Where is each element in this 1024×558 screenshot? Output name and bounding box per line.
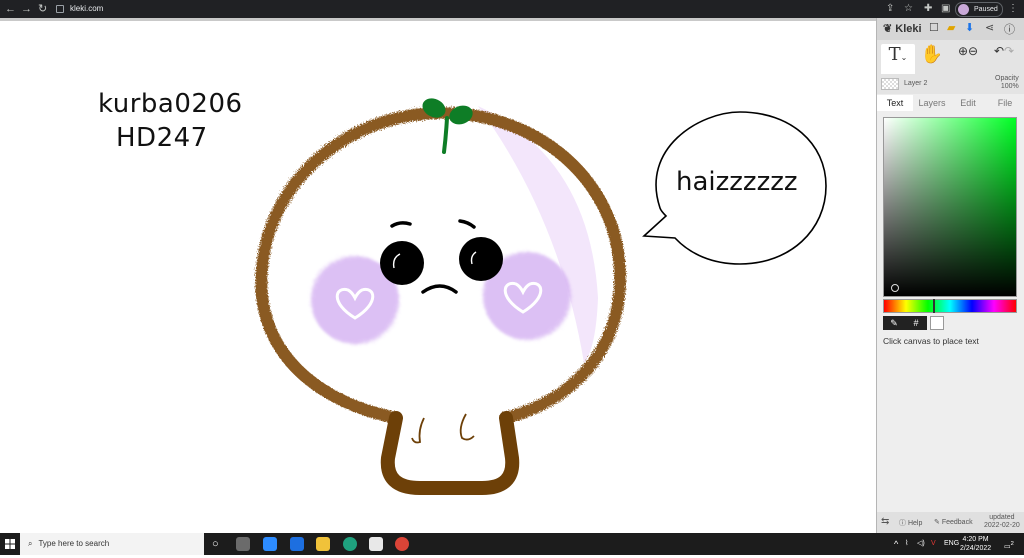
taskbar-search-input[interactable]: ⌕ Type here to search [20,533,204,555]
tab-layers[interactable]: Layers [913,95,951,111]
zoom-app-icon[interactable] [263,537,277,551]
menu-kebab-icon[interactable]: ⋮ [1008,2,1018,16]
search-icon: ⌕ [28,539,33,548]
tab-edit[interactable]: Edit [951,95,985,111]
search-placeholder: Type here to search [38,539,110,548]
hex-input-button[interactable]: # [905,316,927,330]
app-icon-6[interactable] [369,537,383,551]
windows-taskbar: ⌕ Type here to search ○ ^ ⌇ ◁) V ENG 4:20… [0,533,1024,555]
chrome-browser-icon[interactable] [395,537,409,551]
zalo-app-icon[interactable] [290,537,304,551]
profile-button[interactable]: Paused [955,2,1003,17]
opacity-value: 100% [1000,83,1019,90]
kleki-logo[interactable]: ❦ Kleki [883,22,922,35]
clock-date: 2/24/2022 [960,545,992,552]
help-circle-icon[interactable]: ⓘ [1004,21,1015,37]
feedback-button[interactable]: ✎ Feedback [934,518,973,526]
forward-icon[interactable]: → [21,3,32,15]
panel-tabs: Text Layers Edit File [877,95,1024,111]
swap-sides-icon[interactable]: ⇆ [881,516,889,527]
eye-left [380,241,424,285]
eyedropper-button[interactable]: ✎ [883,316,905,330]
new-image-icon[interactable]: ☐ [929,21,939,34]
text-tool-hint: Click canvas to place text [883,336,979,346]
tab-file[interactable]: File [985,95,1024,111]
address-bar[interactable]: kleki.com [56,2,876,16]
layer-row[interactable]: Layer 2 Opacity 100% [877,74,1024,94]
back-icon[interactable]: ← [5,3,16,15]
text-tool-icon: T [888,44,901,65]
tray-chevron-up-icon[interactable]: ^ [894,533,898,555]
feedback-icon: ✎ [934,519,940,526]
download-icon[interactable]: ⬇ [965,21,974,34]
task-view-icon[interactable]: ○ [212,533,219,555]
hue-slider[interactable] [883,299,1017,313]
help-icon: ⓘ [899,520,906,527]
eyedropper-icon: ✎ [890,318,898,328]
taskbar-clock[interactable]: 4:20 PM 2/24/2022 [960,535,991,553]
opacity-label: Opacity 100% [995,75,1019,91]
network-icon[interactable]: ⌇ [905,533,908,555]
app-icon-1[interactable] [236,537,250,551]
feedback-label: Feedback [941,519,973,526]
reload-icon[interactable]: ↻ [38,3,47,15]
updated-info[interactable]: updated 2022-02-20 [984,514,1020,530]
color-picker-handle[interactable] [891,284,899,292]
hand-icon: ✋ [920,44,944,64]
tab-text[interactable]: Text [877,95,913,111]
avatar [958,4,969,15]
clock-time: 4:20 PM [962,536,989,543]
help-label: Help [907,520,923,527]
zoom-out-icon[interactable]: ⊖ [968,44,978,58]
extensions-icon[interactable]: ✚ [924,2,932,16]
side-panel-icon[interactable]: ▣ [941,2,950,16]
notification-center-button[interactable]: ▭2 [1004,533,1014,558]
undo-icon[interactable]: ↶ [994,44,1004,58]
share-icon[interactable]: ⇪ [886,2,894,16]
kleki-side-panel: ❦ Kleki ☐ ▰ ⬇ ⋖ ⓘ T⌄ ✋ ⊕⊖ ↶↷ Layer 2 Opa… [876,18,1024,533]
url-text: kleki.com [70,4,104,13]
eye-right [459,237,503,281]
unikey-icon[interactable]: V [931,533,936,555]
file-explorer-icon[interactable] [316,537,330,551]
panel-bottombar: ⇆ ⓘ Help ✎ Feedback updated 2022-02-20 [877,512,1024,533]
edge-browser-icon[interactable] [343,537,357,551]
body-stem [380,411,520,495]
layer-thumbnail [881,78,899,90]
opacity-label-text: Opacity [995,75,1019,82]
import-folder-icon[interactable]: ▰ [947,21,955,34]
lock-icon [56,4,64,13]
speech-bubble-text: haizzzzzz [676,167,798,197]
volume-icon[interactable]: ◁) [917,533,925,555]
share-panel-icon[interactable]: ⋖ [985,21,994,34]
browser-toolbar: ← → ↻ kleki.com ⇪ ☆ ✚ ▣ Paused ⋮ [0,0,1024,18]
color-saturation-picker[interactable] [883,117,1017,297]
help-button[interactable]: ⓘ Help [899,518,922,528]
mushroom-drawing [255,95,827,495]
windows-start-icon[interactable] [0,533,20,555]
updated-label: updated [989,514,1015,521]
language-indicator[interactable]: ENG [944,533,959,555]
layer-name: Layer 2 [904,80,928,87]
hue-slider-handle[interactable] [933,299,935,313]
app-name: Kleki [895,23,922,35]
current-color-swatch[interactable] [930,316,944,330]
profile-status: Paused [974,6,998,13]
updated-date: 2022-02-20 [984,522,1020,529]
drawing-canvas[interactable]: kurba0206 HD247 haizzzzzz [0,18,876,533]
panel-topbar: ❦ Kleki ☐ ▰ ⬇ ⋖ ⓘ [877,18,1024,40]
redo-icon[interactable]: ↷ [1004,44,1014,58]
bookmark-star-icon[interactable]: ☆ [904,2,913,16]
zoom-in-icon[interactable]: ⊕ [958,44,968,58]
notification-count: 2 [1010,541,1014,547]
